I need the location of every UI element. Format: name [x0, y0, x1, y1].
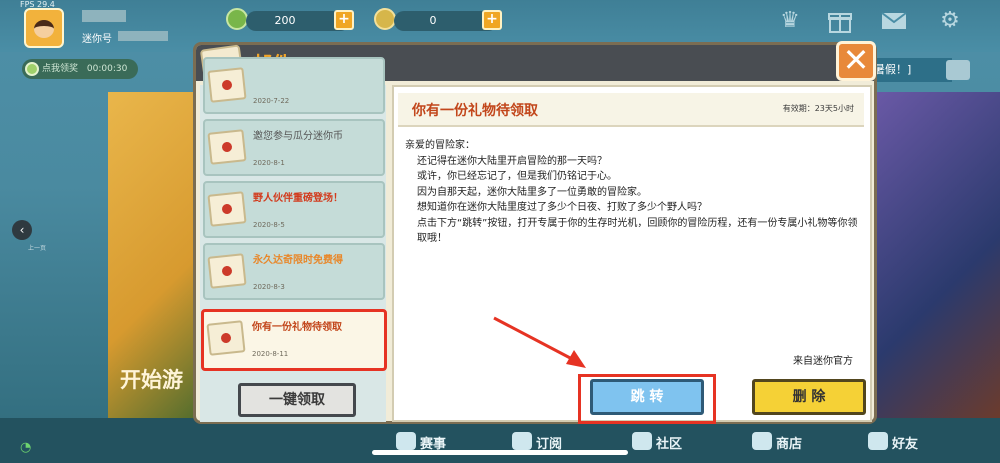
- annotation-arrow-icon: [493, 316, 586, 368]
